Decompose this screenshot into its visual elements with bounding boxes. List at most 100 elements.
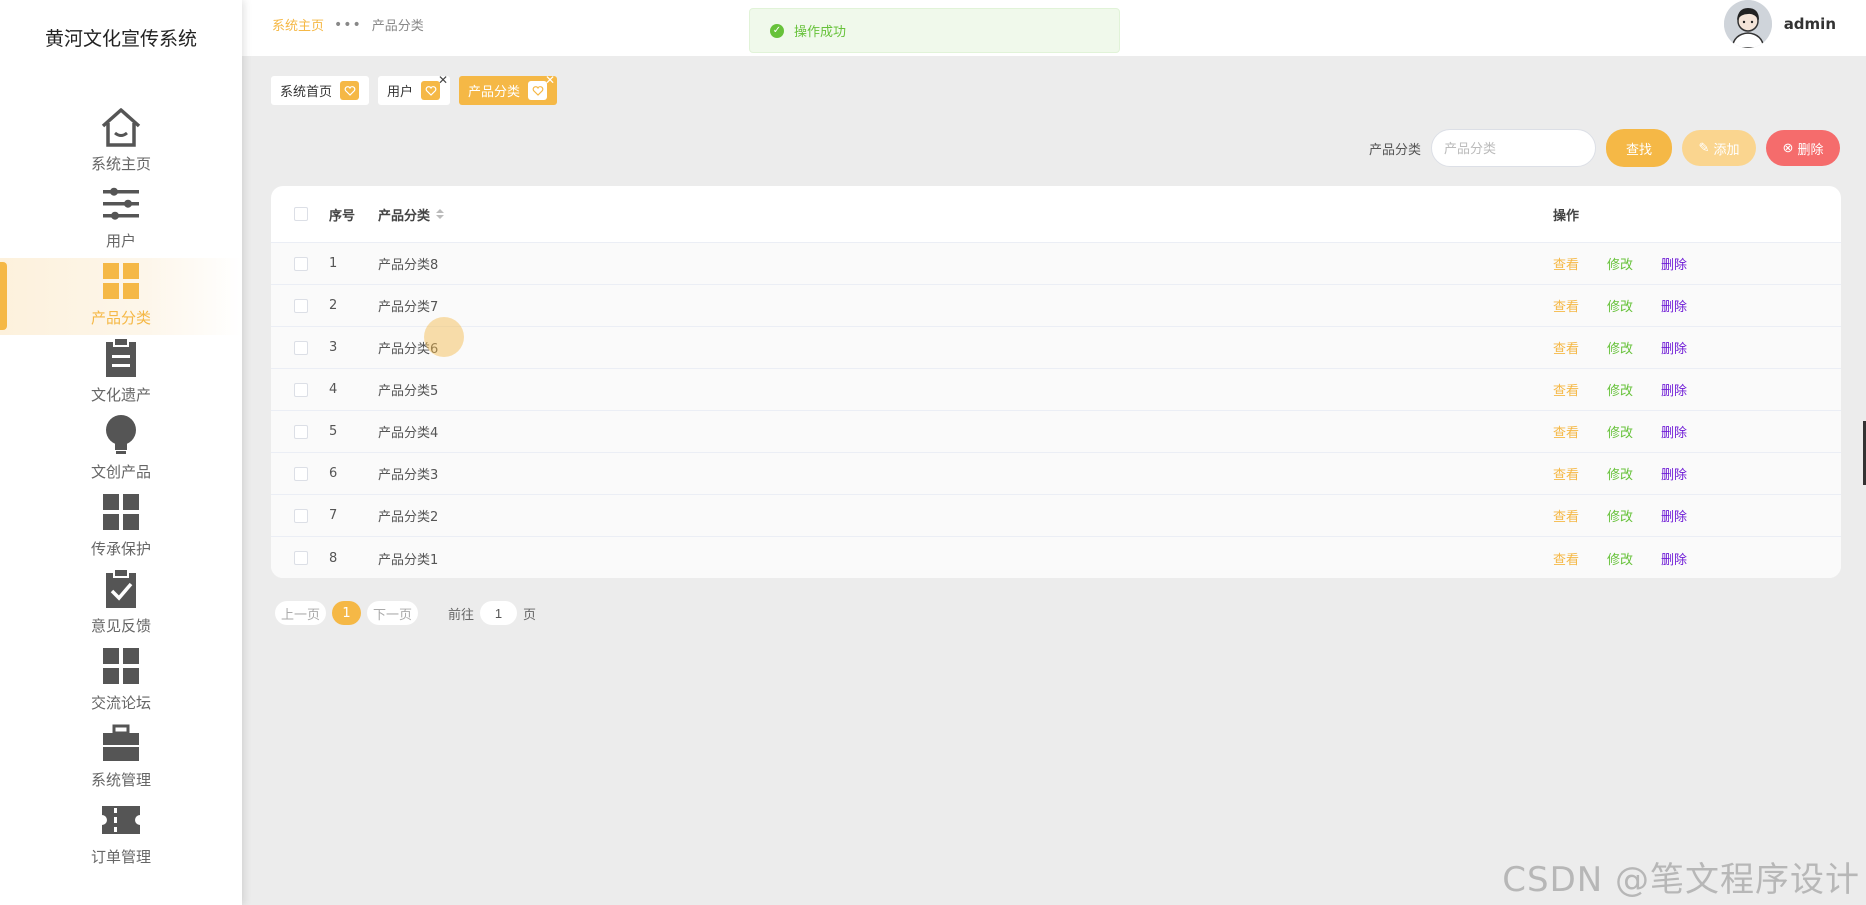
view-button[interactable]: 查看	[1553, 338, 1579, 357]
table-header: 序号 产品分类 操作	[271, 186, 1841, 243]
row-checkbox-cell	[271, 256, 329, 271]
breadcrumb: 系统主页 ••• 产品分类	[272, 15, 424, 35]
breadcrumb-home-link[interactable]: 系统主页	[272, 15, 324, 34]
row-actions: 查看 修改 删除	[1553, 422, 1841, 441]
row-checkbox[interactable]	[294, 551, 308, 565]
sidebar-item-order-management[interactable]: 订单管理	[0, 797, 242, 874]
edit-icon: ✎	[1698, 140, 1710, 155]
goto-page-input[interactable]	[480, 601, 518, 625]
view-button[interactable]: 查看	[1553, 422, 1579, 441]
breadcrumb-separator: •••	[334, 16, 362, 33]
search-input[interactable]	[1431, 129, 1596, 167]
sidebar-item-users[interactable]: 用户	[0, 181, 242, 258]
sidebar: 黄河文化宣传系统 系统主页 用户 产品分类 文化遗产 文创产品 传承保护 意见反…	[0, 0, 242, 905]
view-button[interactable]: 查看	[1553, 296, 1579, 315]
view-button[interactable]: 查看	[1553, 506, 1579, 525]
delete-button[interactable]: 删除	[1661, 464, 1687, 483]
next-page-button[interactable]: 下一页	[367, 601, 419, 625]
view-button[interactable]: 查看	[1553, 464, 1579, 483]
sidebar-item-inheritance[interactable]: 传承保护	[0, 489, 242, 566]
header-name-cell[interactable]: 产品分类	[378, 205, 1553, 224]
search-button[interactable]: 查找	[1606, 129, 1672, 167]
view-button[interactable]: 查看	[1553, 549, 1579, 568]
watermark: CSDN @笔文程序设计	[1502, 860, 1860, 900]
sidebar-item-label: 文创产品	[90, 463, 151, 481]
delete-button[interactable]: 删除	[1661, 338, 1687, 357]
close-icon[interactable]: ✕	[545, 73, 555, 87]
table-row: 5 产品分类4 查看 修改 删除	[271, 411, 1841, 453]
briefcase-icon	[98, 720, 144, 766]
edit-button[interactable]: 修改	[1607, 422, 1633, 441]
edit-button[interactable]: 修改	[1607, 338, 1633, 357]
row-index: 8	[329, 550, 338, 566]
goto-label: 前往	[448, 607, 475, 623]
sidebar-item-forum[interactable]: 交流论坛	[0, 643, 242, 720]
toast-message: 操作成功	[794, 25, 847, 40]
add-button[interactable]: ✎ 添加	[1682, 130, 1756, 166]
select-all-checkbox[interactable]	[294, 207, 308, 221]
delete-button[interactable]: 删除	[1661, 422, 1687, 441]
edit-button[interactable]: 修改	[1607, 506, 1633, 525]
page-number-current[interactable]: 1	[332, 601, 362, 625]
row-actions: 查看 修改 删除	[1553, 338, 1841, 357]
sidebar-item-label: 传承保护	[90, 540, 151, 558]
sidebar-item-creative-products[interactable]: 文创产品	[0, 412, 242, 489]
row-actions: 查看 修改 删除	[1553, 506, 1841, 525]
tag-label: 产品分类	[468, 85, 521, 100]
bulb-icon	[98, 412, 144, 458]
sidebar-item-label: 产品分类	[90, 309, 151, 327]
row-name: 产品分类6	[378, 342, 439, 357]
row-checkbox-cell	[271, 551, 329, 565]
row-checkbox-cell	[271, 298, 329, 313]
sidebar-item-label: 意见反馈	[90, 617, 151, 635]
tag-home[interactable]: 系统首页	[271, 76, 370, 105]
table-row: 6 产品分类3 查看 修改 删除	[271, 453, 1841, 495]
circle-x-icon: ⊗	[1782, 140, 1794, 155]
user-menu[interactable]: admin	[1723, 0, 1836, 48]
batch-delete-button[interactable]: ⊗ 删除	[1766, 130, 1840, 166]
edit-button[interactable]: 修改	[1607, 296, 1633, 315]
row-checkbox[interactable]	[294, 256, 308, 271]
tag-users[interactable]: 用户 ✕	[378, 73, 451, 105]
row-checkbox[interactable]	[294, 466, 308, 481]
delete-button[interactable]: 删除	[1661, 380, 1687, 399]
add-button-label: 添加	[1713, 141, 1740, 157]
sidebar-item-product-category[interactable]: 产品分类	[0, 258, 242, 335]
row-checkbox[interactable]	[294, 508, 308, 523]
edit-button[interactable]: 修改	[1607, 464, 1633, 483]
view-button[interactable]: 查看	[1553, 254, 1579, 273]
edit-button[interactable]: 修改	[1607, 254, 1633, 273]
tag-product-category[interactable]: 产品分类 ✕	[459, 73, 558, 105]
delete-button[interactable]: 删除	[1661, 549, 1687, 568]
delete-button[interactable]: 删除	[1661, 296, 1687, 315]
row-checkbox-cell	[271, 466, 329, 481]
row-name: 产品分类8	[378, 258, 439, 273]
sidebar-item-label: 系统管理	[90, 771, 151, 789]
row-checkbox[interactable]	[294, 298, 308, 313]
edit-button[interactable]: 修改	[1607, 380, 1633, 399]
close-icon[interactable]: ✕	[438, 73, 448, 87]
delete-button[interactable]: 删除	[1661, 254, 1687, 273]
avatar[interactable]	[1723, 0, 1772, 48]
row-checkbox-cell	[271, 508, 329, 523]
row-index: 5	[329, 424, 338, 439]
search-bar: 产品分类 查找 ✎ 添加 ⊗ 删除	[1369, 129, 1840, 167]
sidebar-item-system-management[interactable]: 系统管理	[0, 720, 242, 797]
delete-button[interactable]: 删除	[1661, 506, 1687, 525]
delete-button-label: 删除	[1797, 141, 1824, 157]
row-checkbox[interactable]	[294, 424, 308, 439]
sidebar-item-home[interactable]: 系统主页	[0, 104, 242, 181]
sidebar-item-cultural-heritage[interactable]: 文化遗产	[0, 335, 242, 412]
row-checkbox[interactable]	[294, 382, 308, 397]
table-row: 4 产品分类5 查看 修改 删除	[271, 369, 1841, 411]
edit-button[interactable]: 修改	[1607, 549, 1633, 568]
row-checkbox[interactable]	[294, 340, 308, 355]
username[interactable]: admin	[1784, 15, 1836, 33]
sort-icon[interactable]	[436, 209, 445, 219]
prev-page-button[interactable]: 上一页	[275, 601, 327, 625]
view-button[interactable]: 查看	[1553, 380, 1579, 399]
tag-heart-icon	[340, 81, 360, 100]
sidebar-item-label: 系统主页	[90, 155, 151, 173]
sidebar-item-feedback[interactable]: 意见反馈	[0, 566, 242, 643]
row-index: 4	[329, 382, 338, 397]
